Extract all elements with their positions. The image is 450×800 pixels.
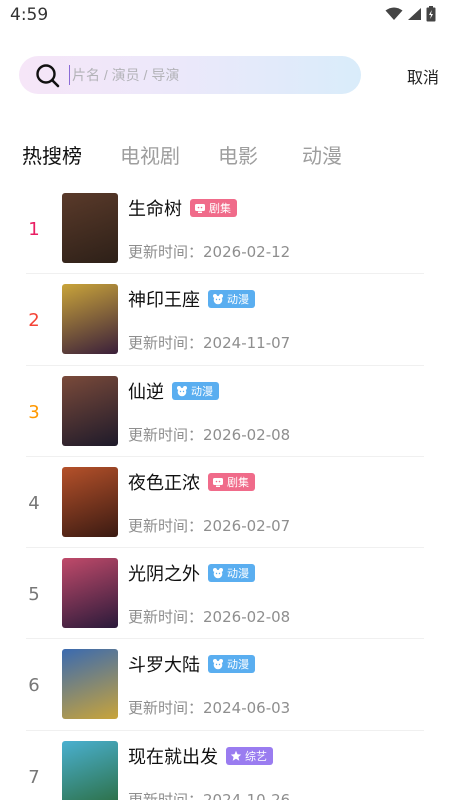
list-item[interactable]: 2 神印王座 动漫 更新时间：2024-11-07 [26,274,424,366]
rank-number: 1 [28,219,40,240]
tv-icon [194,202,206,214]
tab-hot-search[interactable]: 热搜榜 [22,140,82,170]
list-item[interactable]: 1 生命树 剧集 更新时间：2026-02-12 [26,183,424,275]
wifi-icon [385,7,403,20]
poster-image [62,193,118,263]
category-badge: 综艺 [226,746,273,765]
category-tabs: 热搜榜 电视剧 电影 动漫 [22,140,380,170]
category-badge: 动漫 [208,290,255,309]
item-title: 仙逆 [128,381,164,403]
update-time: 更新时间：2024-06-03 [128,697,290,718]
update-time: 更新时间：2024-11-07 [128,332,290,353]
rank-number: 4 [28,492,40,514]
poster-image [62,740,118,800]
badge-label: 动漫 [191,384,213,398]
update-label: 更新时间： [128,699,204,718]
item-title: 神印王座 [128,290,200,312]
poster-image [62,284,118,355]
rank-number: 2 [28,310,40,332]
cancel-button[interactable]: 取消 [407,64,439,88]
badge-label: 剧集 [227,475,249,489]
item-title: 光阴之外 [128,564,200,586]
search-row: 取消 [19,56,439,94]
tab-anime[interactable]: 动漫 [302,140,342,170]
update-time: 更新时间：2026-02-08 [128,606,290,627]
tab-movie[interactable]: 电影 [218,140,258,170]
status-bar: 4:59 [0,0,450,32]
rank-number: 3 [28,401,40,423]
tab-tv-series[interactable]: 电视剧 [120,140,180,170]
list-item[interactable]: 5 光阴之外 动漫 更新时间：2026-02-08 [26,548,424,640]
list-item[interactable]: 7 现在就出发 综艺 更新时间：2024-10-26 [26,731,424,800]
list-item[interactable]: 4 夜色正浓 剧集 更新时间：2026-02-07 [26,457,424,549]
status-icons [385,6,436,22]
hot-search-list: 1 生命树 剧集 更新时间：2026-02-12 2 神印王座 动漫 更新时间：… [26,183,424,800]
bear-icon [212,293,224,305]
battery-icon [426,6,436,22]
list-item[interactable]: 6 斗罗大陆 动漫 更新时间：2024-06-03 [26,639,424,731]
search-box[interactable] [19,56,361,94]
item-title: 生命树 [128,199,182,220]
update-date: 2024-06-03 [203,699,291,718]
search-icon [35,63,61,93]
bear-icon [212,567,224,579]
update-date: 2024-11-07 [203,334,291,353]
update-time: 更新时间：2024-10-26 [128,789,290,800]
list-item[interactable]: 3 仙逆 动漫 更新时间：2026-02-08 [26,366,424,457]
update-time: 更新时间：2026-02-12 [128,241,290,262]
star-icon [230,750,242,762]
update-label: 更新时间： [128,608,204,627]
signal-icon [408,8,421,20]
tv-icon [212,476,224,488]
poster-image [62,558,118,629]
item-title: 夜色正浓 [128,472,200,494]
category-badge: 动漫 [172,381,219,400]
item-title: 斗罗大陆 [128,655,200,677]
update-label: 更新时间： [128,243,204,261]
badge-label: 动漫 [227,567,249,581]
poster-image [62,649,118,720]
update-label: 更新时间： [128,516,204,535]
update-time: 更新时间：2026-02-08 [128,424,290,445]
category-badge: 剧集 [190,199,237,217]
rank-number: 6 [28,675,40,697]
badge-label: 动漫 [227,658,249,672]
update-date: 2026-02-08 [203,425,291,444]
update-date: 2026-02-07 [203,516,291,535]
badge-label: 综艺 [245,749,267,763]
status-time: 4:59 [10,5,49,25]
bear-icon [212,658,224,670]
category-badge: 剧集 [208,472,255,491]
poster-image [62,466,118,537]
category-badge: 动漫 [208,655,255,674]
badge-label: 动漫 [227,293,249,307]
update-label: 更新时间： [128,425,204,444]
update-label: 更新时间： [128,790,204,800]
item-title: 现在就出发 [128,746,218,768]
badge-label: 剧集 [209,202,231,215]
rank-number: 7 [28,766,40,788]
update-date: 2024-10-26 [203,790,291,800]
bear-icon [176,385,188,397]
poster-image [62,375,118,446]
update-date: 2026-02-08 [203,608,291,627]
update-date: 2026-02-12 [203,243,291,261]
rank-number: 5 [28,584,40,606]
category-badge: 动漫 [208,564,255,583]
update-time: 更新时间：2026-02-07 [128,515,290,536]
update-label: 更新时间： [128,334,204,353]
search-input[interactable] [69,65,349,85]
